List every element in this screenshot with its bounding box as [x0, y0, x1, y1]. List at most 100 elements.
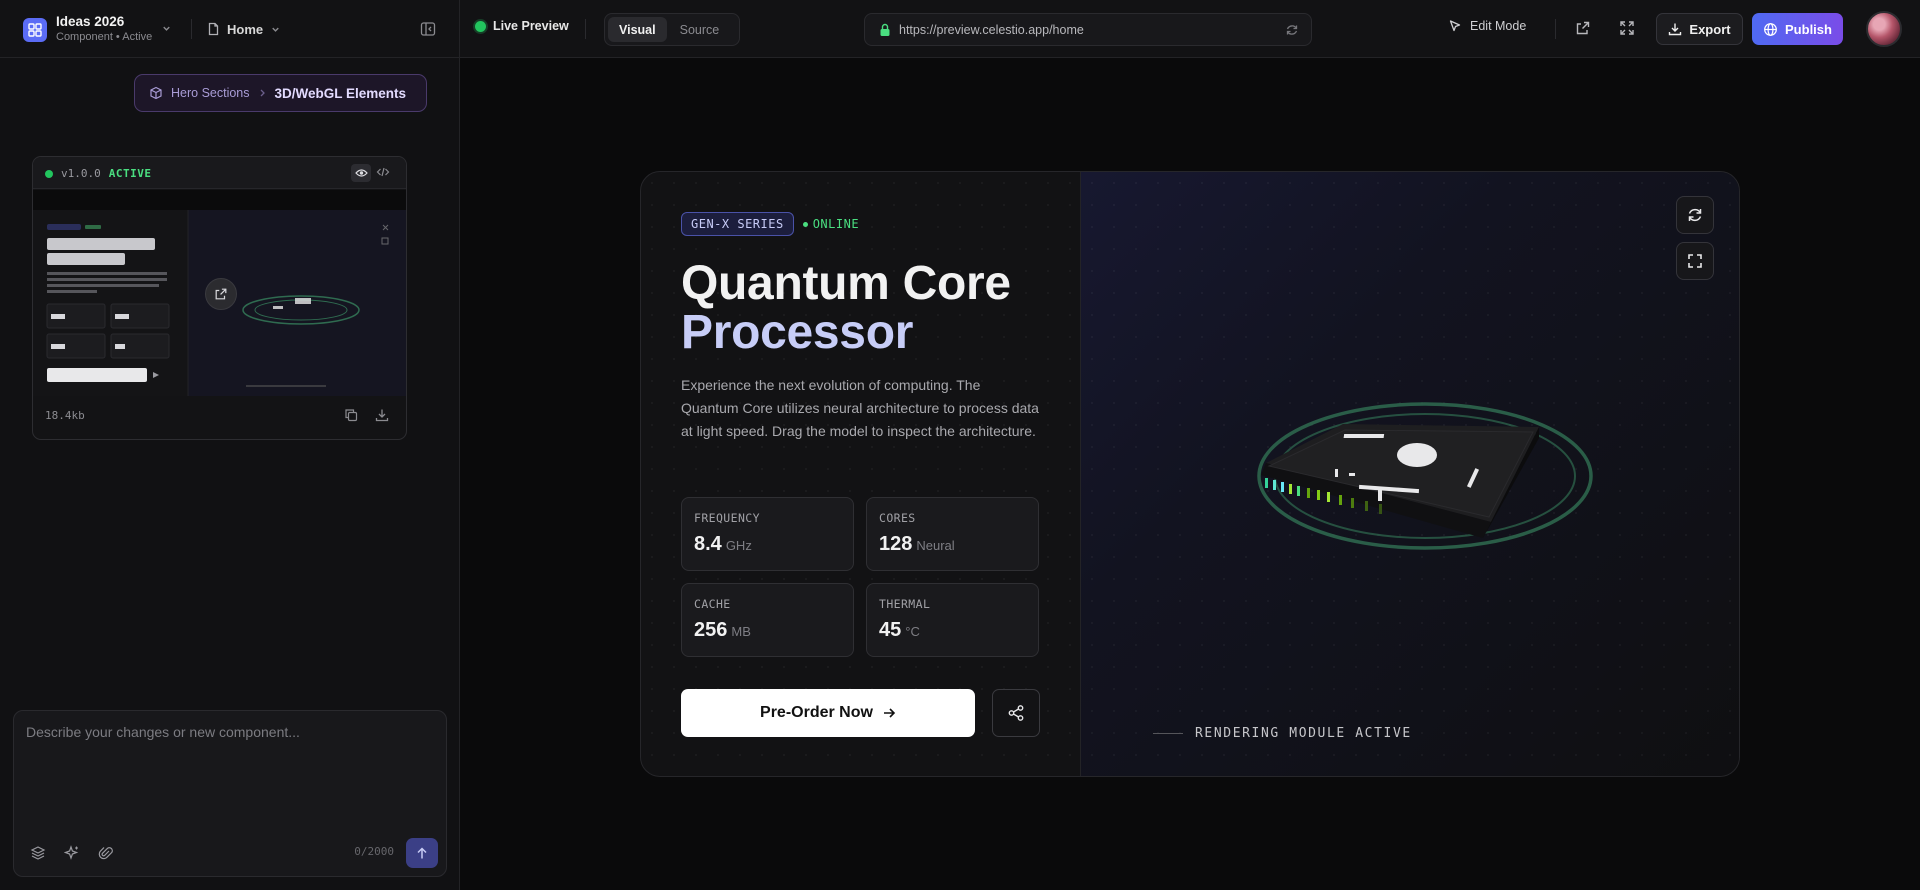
stat-unit: Neural: [916, 538, 955, 553]
hero-content: GEN-X SERIES ONLINE Quantum Core Process…: [641, 172, 1081, 776]
version-card[interactable]: v1.0.0 ACTIVE 18.4kb: [32, 156, 407, 440]
layers-icon[interactable]: [30, 845, 46, 861]
online-label: ONLINE: [812, 217, 860, 231]
render-status: RENDERING MODULE ACTIVE: [1153, 726, 1412, 741]
stat-label: THERMAL: [879, 597, 931, 611]
reload-icon[interactable]: [1285, 23, 1299, 37]
component-thumbnail[interactable]: [33, 190, 406, 396]
hero-section: GEN-X SERIES ONLINE Quantum Core Process…: [640, 171, 1740, 777]
app-logo-icon[interactable]: [23, 18, 47, 42]
open-external-icon[interactable]: [1575, 20, 1591, 36]
hero-3d-viewport[interactable]: RENDERING MODULE ACTIVE: [1081, 172, 1740, 777]
file-size: 18.4kb: [45, 409, 85, 422]
share-button[interactable]: [992, 689, 1040, 737]
page-selector-label: Home: [227, 21, 264, 37]
chevron-right-icon: [258, 88, 267, 98]
publish-label: Publish: [1785, 21, 1832, 37]
stat-value: 45 °C: [879, 619, 920, 642]
processor-3d-model[interactable]: [1081, 172, 1740, 777]
pre-order-label: Pre-Order Now: [760, 704, 873, 721]
tab-source[interactable]: Source: [669, 17, 731, 42]
version-info: v1.0.0 ACTIVE: [45, 167, 152, 180]
stat-label: FREQUENCY: [694, 511, 760, 525]
version-status-badge: ACTIVE: [108, 167, 152, 180]
render-status-line: [1153, 733, 1183, 734]
share-icon: [1007, 704, 1025, 722]
prompt-tools: [30, 845, 114, 861]
prompt-box[interactable]: Describe your changes or new component..…: [13, 710, 447, 877]
hero-description: Experience the next evolution of computi…: [681, 377, 1039, 439]
stat-unit: °C: [905, 624, 920, 639]
series-badge: GEN-X SERIES: [681, 212, 794, 236]
tab-visual[interactable]: Visual: [608, 17, 667, 42]
version-card-header: v1.0.0 ACTIVE: [33, 157, 406, 189]
stat-label: CORES: [879, 511, 916, 525]
project-title[interactable]: Ideas 2026: [56, 14, 124, 29]
breadcrumb-parent[interactable]: Hero Sections: [171, 86, 250, 100]
stat-number: 128: [879, 533, 913, 555]
export-button[interactable]: Export: [1656, 13, 1743, 45]
live-status-dot: [475, 20, 486, 32]
pre-order-button[interactable]: Pre-Order Now: [681, 689, 975, 737]
sidebar-toggle-icon[interactable]: [419, 20, 437, 38]
stat-unit: GHz: [725, 538, 752, 553]
stat-number: 45: [879, 619, 902, 641]
live-preview-status: Live Preview: [475, 19, 569, 33]
stat-number: 256: [694, 619, 728, 641]
view-mode-toggle: Visual Source: [604, 13, 740, 46]
refresh-icon: [1686, 206, 1704, 224]
page-selector[interactable]: Home: [207, 18, 281, 40]
render-status-label: RENDERING MODULE ACTIVE: [1195, 726, 1412, 741]
stat-number: 8.4: [694, 533, 722, 555]
version-number: v1.0.0: [61, 167, 101, 180]
expand-view-button[interactable]: [1676, 242, 1714, 280]
reset-view-button[interactable]: [1676, 196, 1714, 234]
online-status: ONLINE: [802, 217, 860, 231]
stat-value: 128 Neural: [879, 533, 955, 556]
code-icon[interactable]: [376, 165, 390, 179]
edit-mode-button[interactable]: Edit Mode: [1448, 19, 1526, 33]
divider: [1555, 19, 1556, 39]
user-avatar[interactable]: [1866, 11, 1902, 47]
send-button[interactable]: [406, 838, 438, 868]
eye-icon[interactable]: [351, 164, 371, 182]
paperclip-icon[interactable]: [98, 845, 114, 861]
url-bar[interactable]: https://preview.celestio.app/home: [864, 13, 1312, 46]
url-text[interactable]: https://preview.celestio.app/home: [899, 23, 1084, 37]
file-icon: [207, 22, 220, 36]
stat-card-thermal: THERMAL 45 °C: [866, 583, 1039, 657]
project-subtitle: Component • Active: [56, 31, 153, 43]
stat-value: 256 MB: [694, 619, 751, 642]
stat-value: 8.4 GHz: [694, 533, 752, 556]
cube-icon: [149, 86, 163, 100]
status-dot: [45, 169, 53, 178]
globe-icon: [1763, 22, 1778, 37]
download-icon[interactable]: [375, 408, 389, 422]
edit-mode-label: Edit Mode: [1470, 19, 1527, 33]
hero-title: Quantum Core Processor: [681, 259, 1061, 357]
arrow-right-icon: [883, 707, 896, 719]
hero-tags: GEN-X SERIES ONLINE: [681, 212, 859, 236]
export-label: Export: [1689, 21, 1731, 37]
prompt-input[interactable]: Describe your changes or new component..…: [26, 724, 300, 740]
copy-icon[interactable]: [344, 408, 358, 422]
breadcrumb: Hero Sections 3D/WebGL Elements: [134, 74, 427, 112]
open-external-icon[interactable]: [205, 278, 237, 310]
live-preview-label: Live Preview: [493, 19, 569, 33]
fullscreen-icon[interactable]: [1619, 20, 1635, 36]
hero-title-line-1: Quantum Core: [681, 257, 1011, 310]
breadcrumb-current: 3D/WebGL Elements: [274, 85, 407, 101]
cursor-icon: [1448, 19, 1462, 33]
chevron-down-icon[interactable]: [161, 23, 172, 34]
stat-unit: MB: [731, 624, 751, 639]
top-bar: Ideas 2026 Component • Active Home Live …: [0, 0, 1920, 58]
publish-button[interactable]: Publish: [1752, 13, 1843, 45]
hero-title-line-2: Processor: [681, 306, 914, 359]
sparkles-icon[interactable]: [64, 845, 80, 861]
stat-label: CACHE: [694, 597, 731, 611]
left-panel: Hero Sections 3D/WebGL Elements v1.0.0 A…: [0, 58, 460, 890]
stat-card-cache: CACHE 256 MB: [681, 583, 854, 657]
divider: [191, 19, 192, 39]
divider: [585, 19, 586, 39]
arrow-up-icon: [416, 846, 428, 860]
